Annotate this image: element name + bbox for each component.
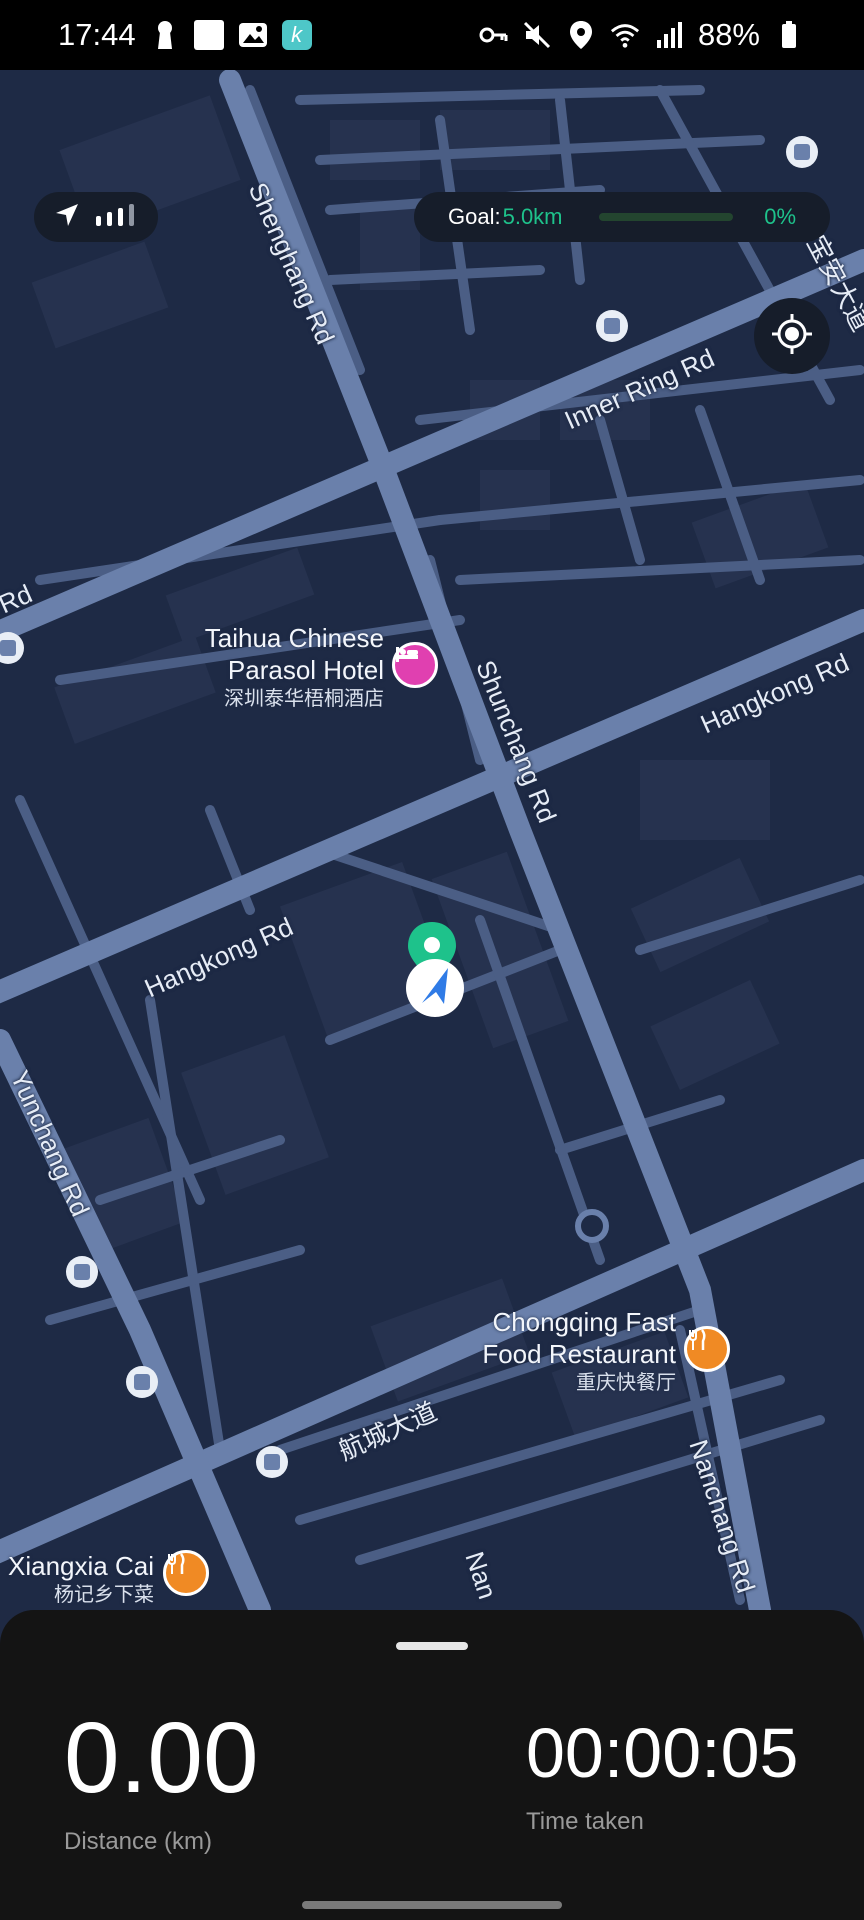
vpn-key-icon [478,20,508,50]
distance-label: Distance (km) [64,1828,213,1855]
crosshair-icon [770,312,814,361]
poi-subtitle: 重庆快餐厅 [576,1372,676,1394]
battery-percent: 88% [697,17,760,52]
goal-progress-panel[interactable]: Goal: 5.0km 0% [414,192,830,242]
gps-signal-bars-icon [94,202,138,233]
status-left: 17:44 k [58,17,312,53]
poi-name-line2: Parasol Hotel [227,655,384,685]
poi-label-xiangxia-cai[interactable]: Xiangxia Cai 杨记乡下菜 [0,1550,154,1608]
location-icon [566,20,596,50]
fork-knife-icon[interactable] [684,1326,730,1372]
poi-subtitle: 深圳泰华梧桐酒店 [224,688,384,710]
poi-subtitle: 杨记乡下菜 [54,1584,154,1606]
status-right: 88% [478,17,804,53]
time-value: 00:00:05 [526,1714,799,1792]
mute-icon [522,20,552,50]
navigation-arrow-icon [54,202,80,233]
stats-bottom-sheet[interactable]: 0.00 Distance (km) 00:00:05 Time taken [0,1610,864,1920]
status-bar: 17:44 k 88% [0,0,864,70]
poi-name-line1: Xiangxia Cai [8,1551,154,1581]
poi-name-line2: Food Restaurant [482,1339,676,1369]
sheet-drag-handle[interactable] [396,1642,468,1650]
keyhole-icon [150,20,180,50]
map-view[interactable]: Shenghang Rd Inner Ring Rd Rd Shunchang … [0,70,864,1610]
goal-progress-bar [598,213,733,221]
poi-label-chongqing-restaurant[interactable]: Chongqing Fast Food Restaurant 重庆快餐厅 [440,1306,676,1396]
time-label: Time taken [526,1808,644,1835]
square-icon [193,20,224,50]
gallery-icon [238,20,268,50]
goal-percent: 0% [764,204,796,229]
distance-value: 0.00 [64,1702,259,1814]
gps-signal-indicator [34,192,158,242]
signal-icon [654,20,684,50]
home-indicator[interactable] [302,1901,562,1909]
status-time: 17:44 [58,17,136,52]
recenter-location-button[interactable] [754,298,830,374]
app-icon: k [281,20,312,50]
battery-icon [774,20,804,50]
poi-name-line1: Chongqing Fast [492,1307,676,1337]
goal-label: Goal: [448,204,501,229]
goal-value: 5.0km [502,204,563,229]
wifi-icon [610,20,640,50]
poi-label-taihua-hotel[interactable]: Taihua Chinese Parasol Hotel 深圳泰华梧桐酒店 [150,622,384,712]
fork-knife-icon[interactable] [163,1550,209,1596]
hotel-bed-icon[interactable] [392,642,438,688]
poi-name-line1: Taihua Chinese [204,623,384,653]
map-canvas [0,70,864,1610]
